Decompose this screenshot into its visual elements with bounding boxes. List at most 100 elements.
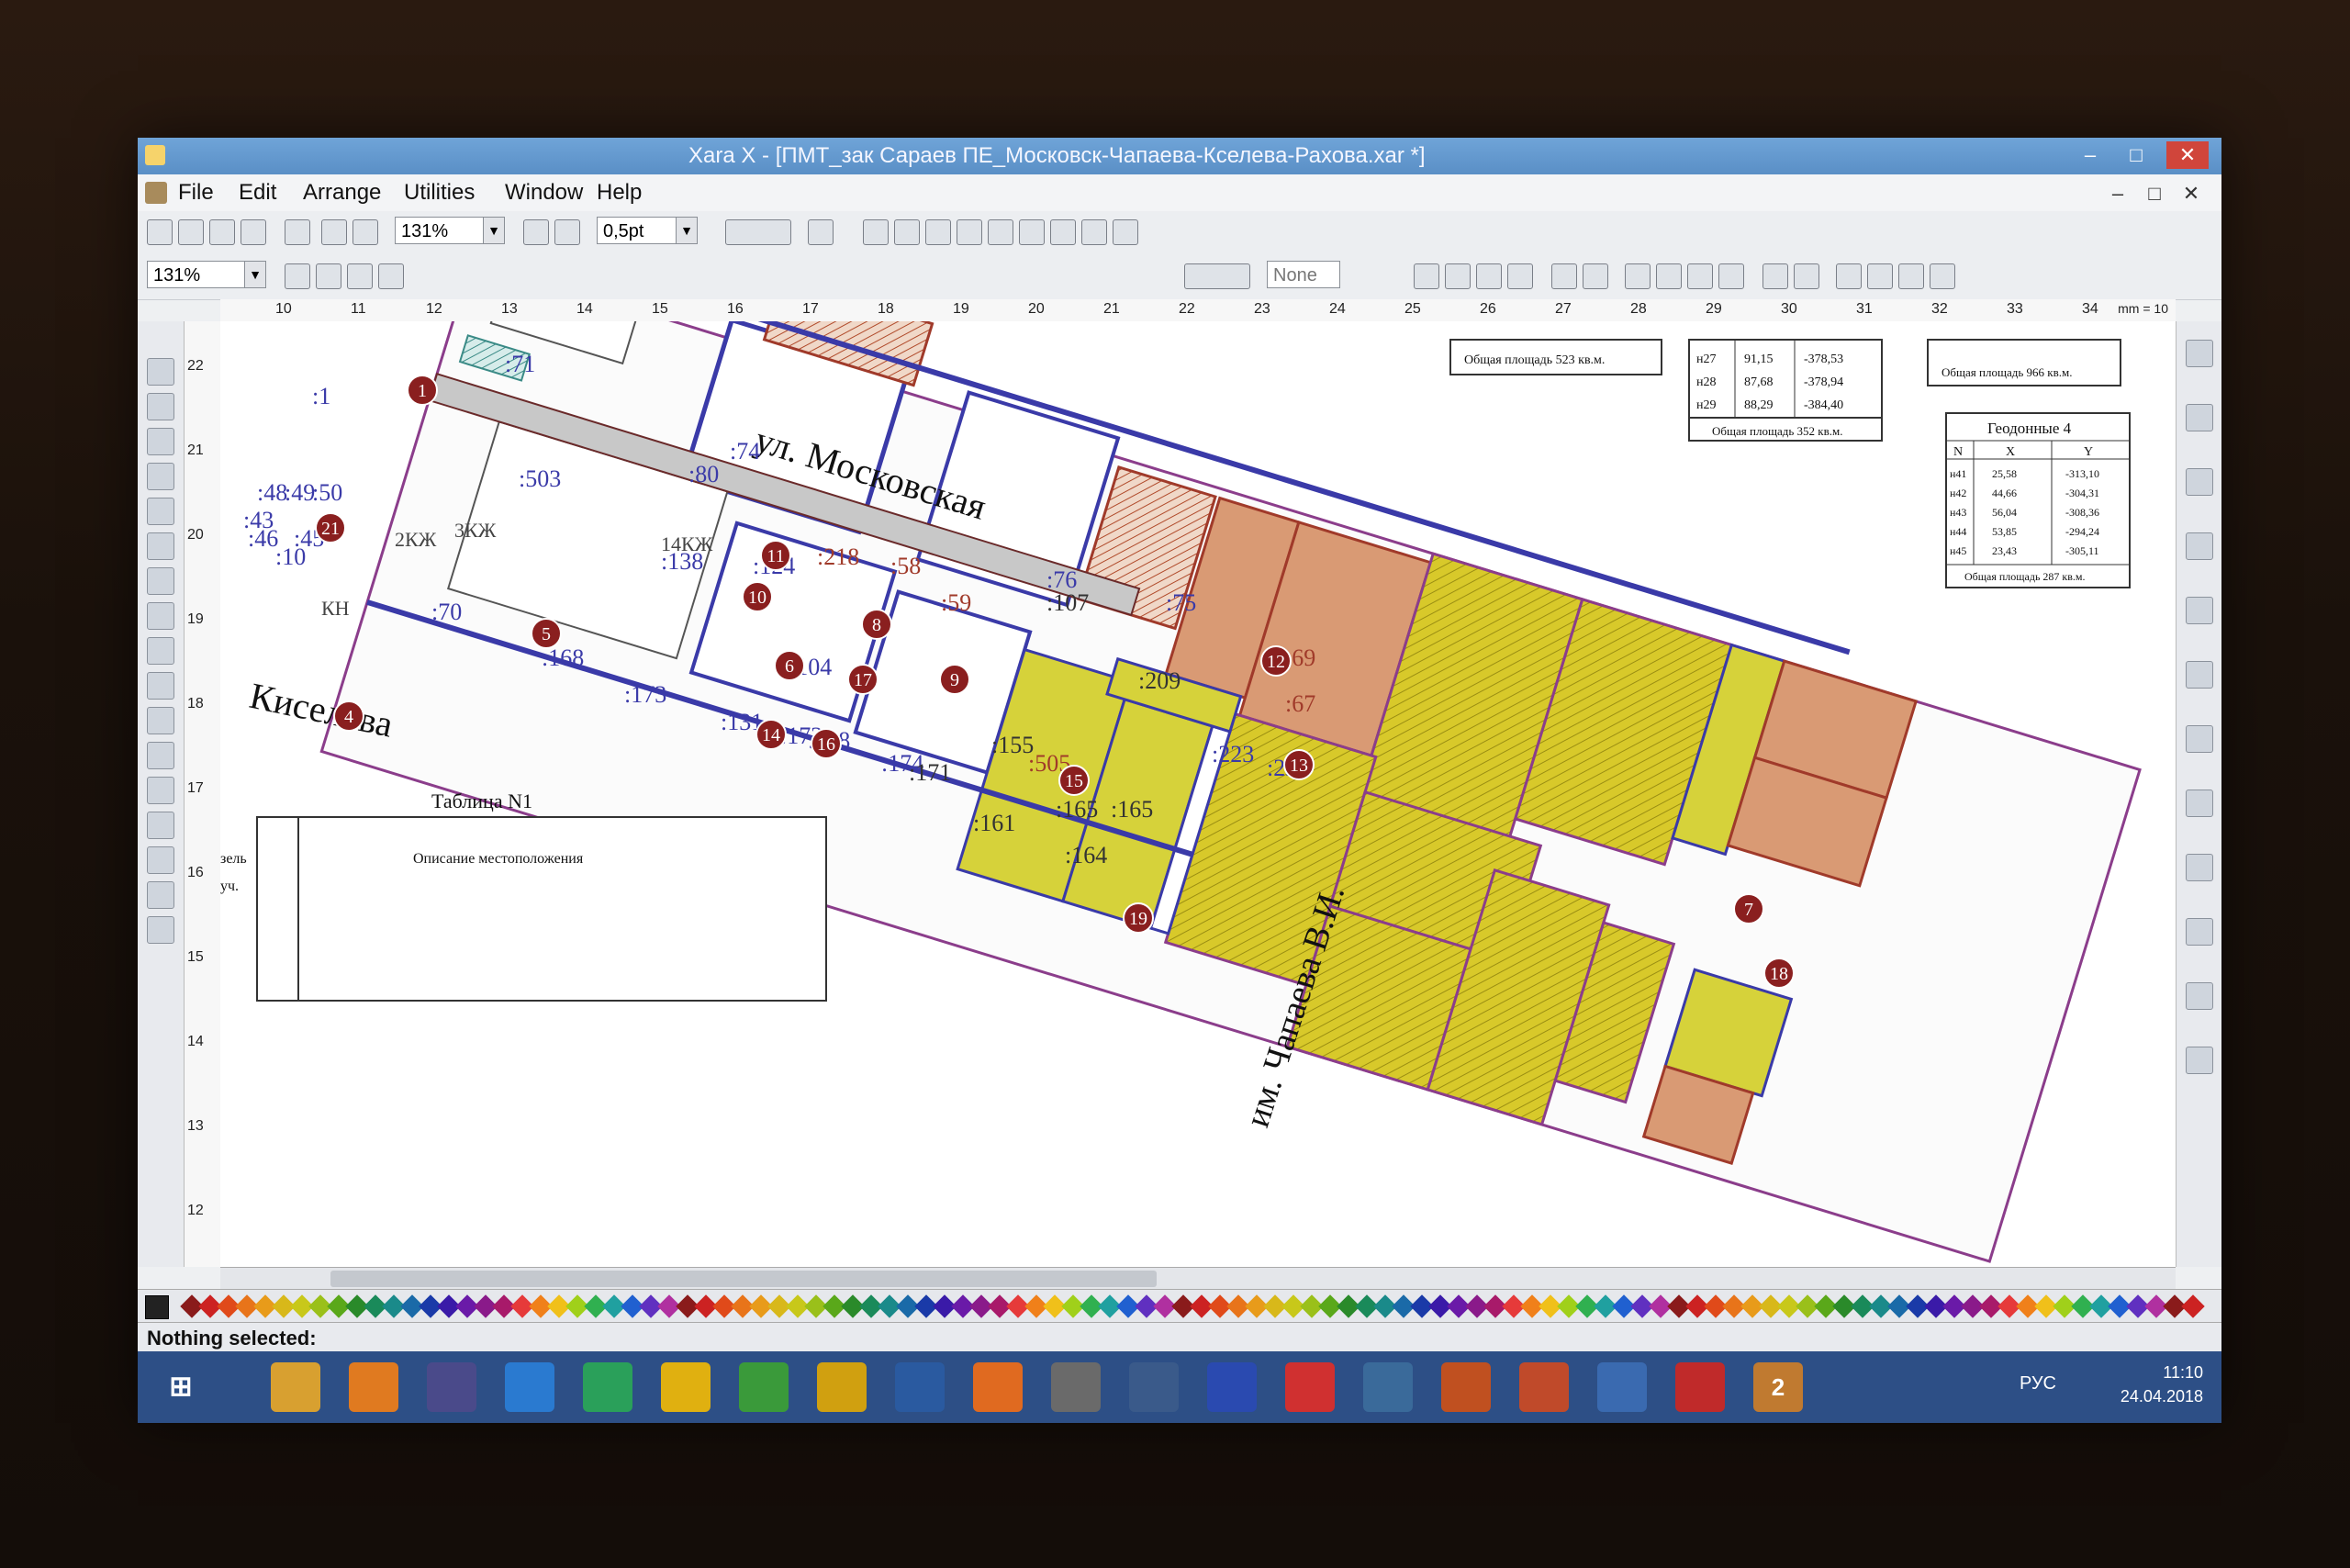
- pen-icon[interactable]: [147, 463, 174, 490]
- clipart-gallery-icon[interactable]: [2186, 918, 2213, 946]
- effects-gallery-icon[interactable]: [2186, 982, 2213, 1010]
- name-gallery-icon[interactable]: [2186, 790, 2213, 817]
- guides-icon[interactable]: [1476, 263, 1502, 289]
- snap-icon[interactable]: [1445, 263, 1471, 289]
- magnet-icon[interactable]: [808, 219, 834, 245]
- menu-file[interactable]: File: [178, 180, 214, 206]
- mould-icon[interactable]: [147, 846, 174, 874]
- menu-arrange[interactable]: Arrange: [303, 180, 381, 206]
- align-icon[interactable]: [1625, 263, 1651, 289]
- language-indicator[interactable]: РУС: [2020, 1373, 2056, 1394]
- blend-icon[interactable]: [147, 707, 174, 734]
- save-icon[interactable]: [241, 219, 266, 245]
- zoom-next-icon[interactable]: [554, 219, 580, 245]
- zoom-previous-icon[interactable]: [523, 219, 549, 245]
- bars-2-icon[interactable]: [1898, 263, 1924, 289]
- start-icon[interactable]: ⊞: [156, 1362, 206, 1412]
- help-icon[interactable]: [427, 1362, 476, 1412]
- horizontal-scrollbar[interactable]: [220, 1267, 2176, 1290]
- text-icon[interactable]: [1019, 219, 1045, 245]
- badge-icon[interactable]: 2: [1753, 1362, 1803, 1412]
- fractal-gallery-icon[interactable]: [2186, 1047, 2213, 1074]
- fill-tool-icon[interactable]: [147, 637, 174, 665]
- redo-icon[interactable]: [352, 219, 378, 245]
- rectangle-icon[interactable]: [147, 498, 174, 525]
- daemon-icon[interactable]: [661, 1362, 711, 1412]
- color-swatch[interactable]: [2181, 1294, 2205, 1318]
- distribute-icon[interactable]: [1656, 263, 1682, 289]
- arrowhead-icon[interactable]: [1184, 263, 1250, 289]
- scroll-thumb[interactable]: [330, 1271, 1157, 1287]
- clock[interactable]: 11:10 24.04.2018: [2075, 1361, 2203, 1416]
- bars-3-icon[interactable]: [1930, 263, 1955, 289]
- delete-icon[interactable]: [285, 219, 310, 245]
- zoom-page-icon[interactable]: [378, 263, 404, 289]
- ungroup-icon[interactable]: [1583, 263, 1608, 289]
- font-gallery-icon[interactable]: [2186, 661, 2213, 689]
- zoom-select-2[interactable]: 131% ▼: [147, 261, 266, 288]
- word-icon[interactable]: [1207, 1362, 1257, 1412]
- zoom-select[interactable]: 131% ▼: [395, 217, 505, 244]
- live-effect-icon[interactable]: [147, 881, 174, 909]
- links-icon[interactable]: [988, 219, 1013, 245]
- colour-gallery-icon[interactable]: [2186, 468, 2213, 496]
- store-icon[interactable]: [739, 1362, 789, 1412]
- bezier-icon[interactable]: [147, 428, 174, 455]
- zoom-out-icon[interactable]: [316, 263, 341, 289]
- reader-icon[interactable]: [1441, 1362, 1491, 1412]
- menu-utilities[interactable]: Utilities: [404, 180, 475, 206]
- layers-icon[interactable]: [957, 219, 982, 245]
- fill-gallery-icon[interactable]: [2186, 597, 2213, 624]
- open-icon[interactable]: [209, 219, 235, 245]
- effects-icon[interactable]: [1050, 219, 1076, 245]
- yandex-icon[interactable]: [1285, 1362, 1335, 1412]
- transparency-icon[interactable]: [147, 672, 174, 700]
- lock-icon[interactable]: [1507, 263, 1533, 289]
- powerpoint-icon[interactable]: [1519, 1362, 1569, 1412]
- frame-gallery-icon[interactable]: [2186, 854, 2213, 881]
- contour-icon[interactable]: [147, 812, 174, 839]
- bitmap-icon[interactable]: [925, 219, 951, 245]
- zoom-fit-icon[interactable]: [347, 263, 373, 289]
- none-field[interactable]: None: [1267, 261, 1340, 288]
- sketch-icon[interactable]: [1129, 1362, 1179, 1412]
- brush-icon[interactable]: [1081, 219, 1107, 245]
- maximize-button[interactable]: □: [2115, 141, 2157, 169]
- ellipse-icon[interactable]: [147, 532, 174, 560]
- menu-edit[interactable]: Edit: [239, 180, 276, 206]
- page-icon[interactable]: [1762, 263, 1788, 289]
- layers-gallery-icon[interactable]: [2186, 404, 2213, 431]
- new-icon[interactable]: [147, 219, 173, 245]
- ie-icon[interactable]: [505, 1362, 554, 1412]
- front-icon[interactable]: [1687, 263, 1713, 289]
- close-button[interactable]: ✕: [2166, 141, 2209, 169]
- bars-icon[interactable]: [1867, 263, 1893, 289]
- zoom-in-icon[interactable]: [285, 263, 310, 289]
- line-width-select[interactable]: 0,5pt ▼: [597, 217, 698, 244]
- star-icon[interactable]: [147, 567, 174, 595]
- new-template-icon[interactable]: [178, 219, 204, 245]
- drawing-canvas[interactable]: ул. Московская Киселева им. Чапаева В.И.…: [220, 321, 2176, 1267]
- group-icon[interactable]: [1551, 263, 1577, 289]
- xara-icon[interactable]: [1597, 1362, 1647, 1412]
- bitmap-gallery-icon[interactable]: [2186, 532, 2213, 560]
- chrome-icon[interactable]: [583, 1362, 632, 1412]
- compass-icon[interactable]: [1363, 1362, 1413, 1412]
- files-icon[interactable]: [1051, 1362, 1101, 1412]
- menu-help[interactable]: Help: [597, 180, 642, 206]
- daemon64-icon[interactable]: [817, 1362, 867, 1412]
- grid-icon[interactable]: [1414, 263, 1439, 289]
- acrobat-icon[interactable]: [1675, 1362, 1725, 1412]
- app-grid-icon[interactable]: [349, 1362, 398, 1412]
- export-icon[interactable]: [894, 219, 920, 245]
- no-color-swatch[interactable]: [145, 1295, 169, 1319]
- firefox-icon[interactable]: [973, 1362, 1023, 1412]
- back-icon[interactable]: [1718, 263, 1744, 289]
- import-icon[interactable]: [863, 219, 889, 245]
- selector-icon[interactable]: [147, 358, 174, 386]
- shadow-icon[interactable]: [147, 742, 174, 769]
- undo-icon[interactable]: [321, 219, 347, 245]
- gallery-icon[interactable]: [2186, 340, 2213, 367]
- doc-close-button[interactable]: ✕: [2170, 180, 2212, 207]
- bird-icon[interactable]: [895, 1362, 945, 1412]
